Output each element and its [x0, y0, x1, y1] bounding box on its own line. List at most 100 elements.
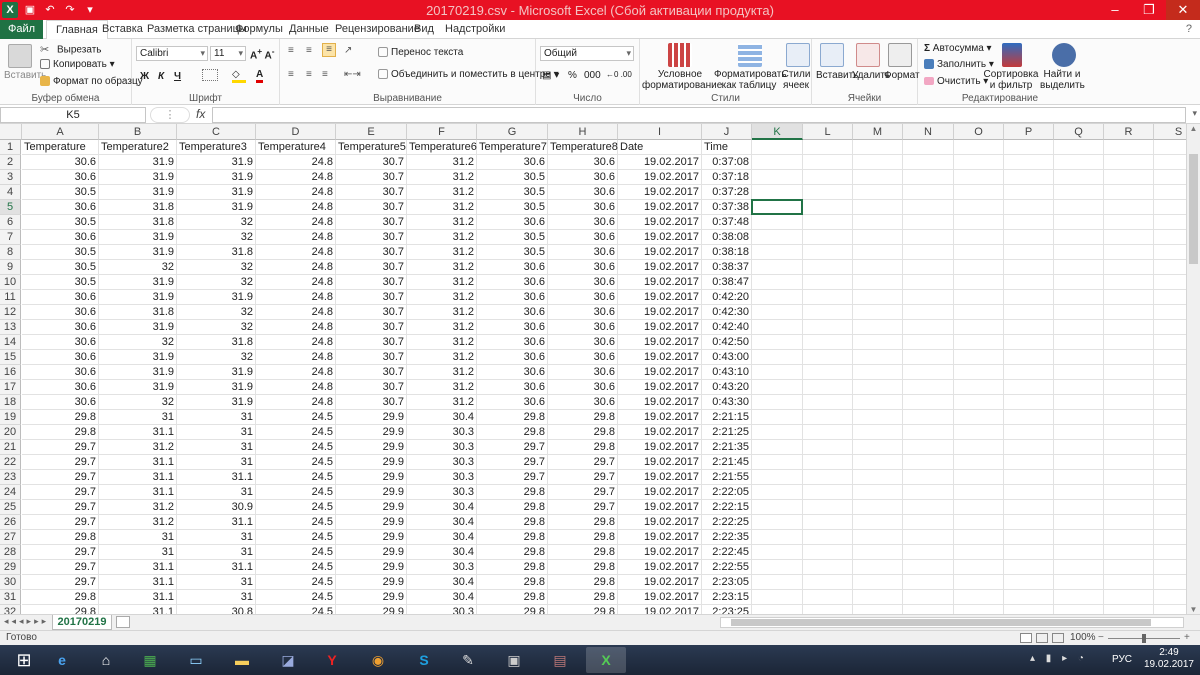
column-header-p[interactable]: P [1004, 124, 1054, 140]
data-cell[interactable] [752, 380, 803, 395]
data-cell[interactable]: 19.02.2017 [618, 485, 702, 500]
data-cell[interactable] [954, 155, 1004, 170]
column-header-a[interactable]: A [22, 124, 99, 140]
data-cell[interactable]: 31.1 [99, 470, 177, 485]
data-cell[interactable] [1104, 335, 1154, 350]
data-cell[interactable] [1154, 275, 1186, 290]
data-cell[interactable] [1054, 275, 1104, 290]
data-cell[interactable]: 30.6 [548, 275, 618, 290]
data-cell[interactable]: 29.9 [336, 590, 407, 605]
data-cell[interactable]: 30.6 [477, 215, 548, 230]
data-cell[interactable] [853, 575, 903, 590]
data-cell[interactable]: 30.4 [407, 515, 477, 530]
data-cell[interactable] [1004, 155, 1054, 170]
data-cell[interactable] [803, 575, 853, 590]
data-cell[interactable] [1104, 425, 1154, 440]
data-cell[interactable] [1004, 455, 1054, 470]
data-cell[interactable]: 31.2 [407, 200, 477, 215]
data-cell[interactable]: 32 [177, 305, 256, 320]
data-cell[interactable]: 29.7 [477, 470, 548, 485]
sheet-nav-icons[interactable]: ◂◂◂▸▸▸ [4, 616, 49, 627]
data-cell[interactable] [752, 350, 803, 365]
data-cell[interactable]: 19.02.2017 [618, 425, 702, 440]
data-cell[interactable]: 0:43:00 [702, 350, 752, 365]
data-cell[interactable]: 0:43:20 [702, 380, 752, 395]
data-cell[interactable]: 30.6 [22, 335, 99, 350]
number-format-select[interactable]: Общий [540, 46, 634, 61]
align-top-icon[interactable]: ≡ [288, 45, 294, 56]
data-cell[interactable] [1004, 290, 1054, 305]
data-cell[interactable]: 31 [177, 530, 256, 545]
data-cell[interactable]: 30.6 [548, 245, 618, 260]
zoom-slider-handle[interactable] [1142, 634, 1146, 643]
data-cell[interactable]: 24.8 [256, 395, 336, 410]
data-cell[interactable] [1054, 320, 1104, 335]
data-cell[interactable]: 31.2 [407, 260, 477, 275]
data-cell[interactable] [853, 170, 903, 185]
data-cell[interactable]: 19.02.2017 [618, 305, 702, 320]
header-cell[interactable] [1004, 140, 1054, 155]
data-cell[interactable] [954, 290, 1004, 305]
data-cell[interactable] [1154, 530, 1186, 545]
data-cell[interactable]: 30.7 [336, 290, 407, 305]
data-cell[interactable] [1054, 215, 1104, 230]
data-cell[interactable] [1154, 440, 1186, 455]
data-cell[interactable]: 19.02.2017 [618, 155, 702, 170]
header-cell[interactable]: Temperature3 [177, 140, 256, 155]
data-cell[interactable] [1154, 350, 1186, 365]
data-cell[interactable] [1104, 545, 1154, 560]
data-cell[interactable] [954, 590, 1004, 605]
data-cell[interactable]: 29.7 [548, 485, 618, 500]
data-cell[interactable]: 31 [177, 440, 256, 455]
row-header[interactable]: 18 [0, 395, 21, 410]
data-cell[interactable]: 19.02.2017 [618, 500, 702, 515]
column-header-o[interactable]: O [954, 124, 1004, 140]
data-cell[interactable] [1104, 410, 1154, 425]
copy-button[interactable]: Копировать ▾ [40, 59, 115, 70]
row-header[interactable]: 25 [0, 500, 21, 515]
row-header[interactable]: 12 [0, 305, 21, 320]
data-cell[interactable] [954, 335, 1004, 350]
data-cell[interactable]: 30.3 [407, 560, 477, 575]
data-cell[interactable] [954, 530, 1004, 545]
data-cell[interactable] [1154, 170, 1186, 185]
data-cell[interactable]: 30.7 [336, 260, 407, 275]
data-cell[interactable] [853, 155, 903, 170]
data-cell[interactable] [752, 320, 803, 335]
data-cell[interactable]: 30.6 [548, 185, 618, 200]
select-all-corner[interactable] [0, 124, 22, 140]
header-cell[interactable]: Date [618, 140, 702, 155]
data-cell[interactable] [954, 515, 1004, 530]
data-cell[interactable] [1004, 380, 1054, 395]
data-cell[interactable]: 31.2 [407, 215, 477, 230]
data-cell[interactable]: 30.6 [22, 290, 99, 305]
data-cell[interactable] [1054, 605, 1104, 614]
data-cell[interactable] [853, 605, 903, 614]
data-cell[interactable] [752, 410, 803, 425]
data-cell[interactable] [1104, 380, 1154, 395]
data-cell[interactable]: 31.1 [177, 470, 256, 485]
data-cell[interactable] [1054, 485, 1104, 500]
data-cell[interactable]: 29.8 [22, 425, 99, 440]
data-cell[interactable] [752, 455, 803, 470]
column-header-k[interactable]: K [752, 124, 803, 140]
data-cell[interactable] [853, 320, 903, 335]
data-cell[interactable]: 19.02.2017 [618, 410, 702, 425]
data-cell[interactable] [1054, 200, 1104, 215]
data-cell[interactable] [853, 545, 903, 560]
tab-addins[interactable]: Надстройки [436, 20, 514, 39]
data-cell[interactable]: 32 [99, 395, 177, 410]
close-icon[interactable]: ✕ [1166, 0, 1200, 20]
data-cell[interactable] [752, 425, 803, 440]
data-cell[interactable]: 31 [177, 575, 256, 590]
paint-icon[interactable]: ✎ [448, 647, 488, 673]
find-select-button[interactable]: Найти и выделить [1040, 69, 1085, 91]
data-cell[interactable]: 29.7 [22, 545, 99, 560]
data-cell[interactable]: 31.2 [407, 350, 477, 365]
data-cell[interactable] [752, 395, 803, 410]
data-cell[interactable] [1054, 410, 1104, 425]
column-header-g[interactable]: G [477, 124, 548, 140]
data-cell[interactable] [903, 335, 954, 350]
data-cell[interactable]: 31.2 [407, 395, 477, 410]
data-cell[interactable] [1054, 560, 1104, 575]
